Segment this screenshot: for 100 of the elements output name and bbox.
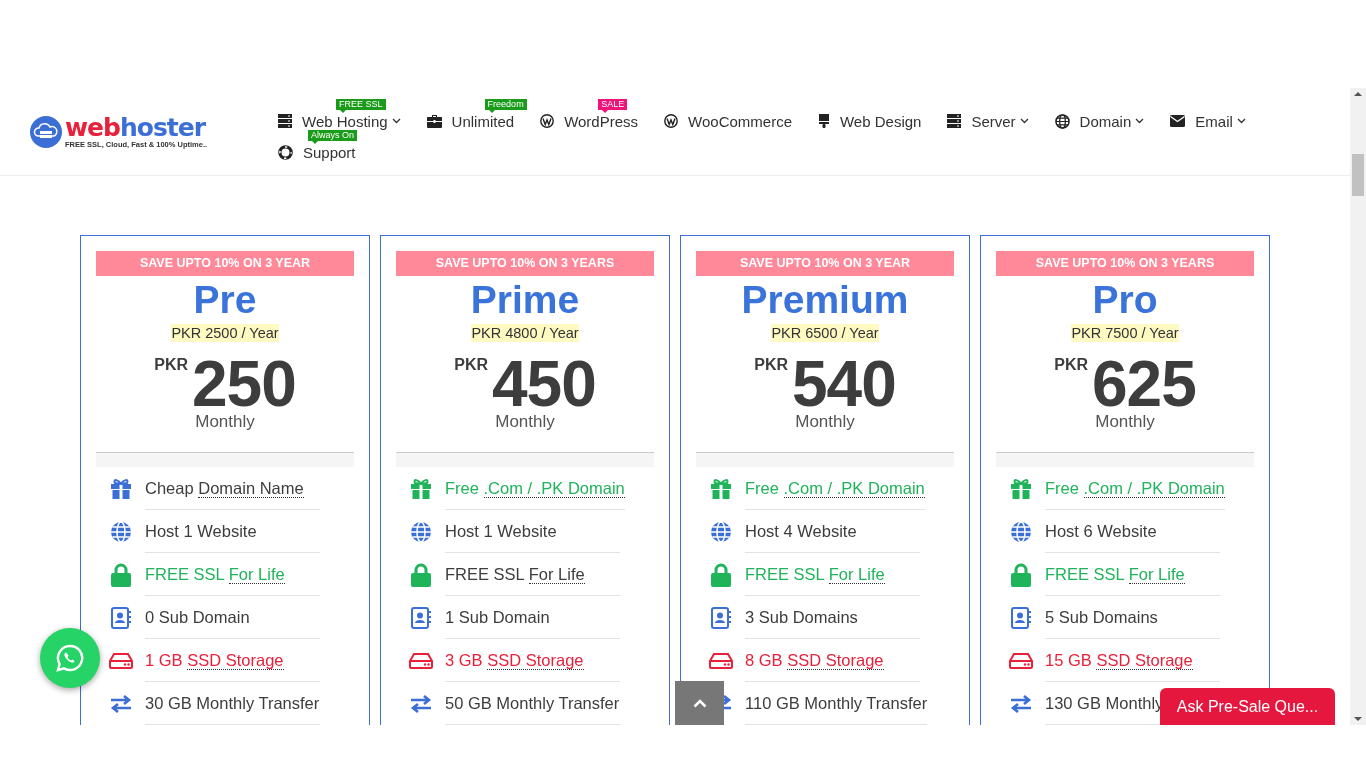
monthly-price: 250 xyxy=(192,354,296,414)
billing-period: Monthly xyxy=(194,412,256,432)
gift-icon xyxy=(410,478,432,499)
gift-icon xyxy=(1010,478,1032,499)
feature-text: 50 GB Monthly Transfer xyxy=(445,682,620,725)
globe-icon xyxy=(1010,520,1032,543)
yearly-price: PKR 6500 / Year xyxy=(771,324,879,342)
wordpress-icon xyxy=(540,114,555,128)
yearly-price: PKR 4800 / Year xyxy=(471,324,579,342)
discount-ribbon: SAVE UPTO 10% ON 3 YEARS xyxy=(996,251,1254,276)
nav-link[interactable]: Email xyxy=(1170,112,1246,130)
logo-wordmark[interactable]: webhoster xyxy=(65,114,208,140)
hard-drive-icon xyxy=(1009,652,1033,669)
nav-link[interactable]: Server xyxy=(947,112,1029,130)
menu-badge: Freedom xyxy=(484,98,527,110)
feature-text: 110 GB Monthly Transfer xyxy=(745,682,928,725)
globe-icon xyxy=(410,520,432,543)
lock-icon xyxy=(711,562,731,587)
plan-name: Prime xyxy=(469,277,581,323)
nav-link[interactable]: Web Hosting xyxy=(278,112,401,130)
plan-name: Premium xyxy=(740,277,910,323)
feature-text: 1 GB SSD Storage xyxy=(145,639,320,682)
currency-label: PKR xyxy=(454,356,488,374)
hard-drive-icon xyxy=(709,652,733,669)
contact-book-icon xyxy=(710,606,732,629)
feature-text: Host 4 Website xyxy=(745,510,920,553)
discount-ribbon: SAVE UPTO 10% ON 3 YEARS xyxy=(396,251,654,276)
discount-ribbon: SAVE UPTO 10% ON 3 YEAR xyxy=(696,251,954,276)
feature-text: Cheap Domain Name xyxy=(145,467,320,510)
feature-text: 30 GB Monthly Transfer xyxy=(145,682,320,725)
monitor-icon xyxy=(818,113,830,129)
nav-link[interactable]: Domain xyxy=(1054,112,1145,130)
wordpress-icon xyxy=(664,114,679,128)
feature-text: FREE SSL For Life xyxy=(745,553,920,596)
gift-icon xyxy=(110,478,132,499)
scrollbar[interactable] xyxy=(1350,88,1366,725)
menu-badge: SALE xyxy=(598,98,628,110)
lock-icon xyxy=(1011,562,1031,587)
feature-text: FREE SSL For Life xyxy=(145,553,320,596)
globe-icon xyxy=(110,520,132,543)
feature-text: Free .Com / .PK Domain xyxy=(1045,467,1225,510)
feature-text: FREE SSL For Life xyxy=(445,553,620,596)
menu-badge: Always On xyxy=(308,129,357,141)
monthly-price: 625 xyxy=(1092,354,1196,414)
transfer-arrows-icon xyxy=(110,694,132,713)
transfer-arrows-icon xyxy=(1010,694,1032,713)
briefcase-icon xyxy=(426,114,442,128)
nav-link[interactable]: WordPress xyxy=(540,112,639,130)
feature-text: FREE SSL For Life xyxy=(1045,553,1220,596)
contact-book-icon xyxy=(1010,606,1032,629)
whatsapp-button[interactable] xyxy=(40,628,100,688)
feature-text: Host 1 Website xyxy=(145,510,320,553)
pre-sale-chat-button[interactable]: Ask Pre-Sale Que... xyxy=(1160,688,1335,725)
globe-icon xyxy=(1054,113,1070,129)
lock-icon xyxy=(411,562,431,587)
globe-icon xyxy=(710,520,732,543)
feature-text: Free .Com / .PK Domain xyxy=(745,467,925,510)
currency-label: PKR xyxy=(154,356,188,374)
plan-name: Pre xyxy=(192,277,258,323)
contact-book-icon xyxy=(410,606,432,629)
feature-text: 5 Sub Domains xyxy=(1045,596,1220,639)
currency-label: PKR xyxy=(1054,356,1088,374)
feature-text: 3 GB SSD Storage xyxy=(445,639,620,682)
feature-text: 8 GB SSD Storage xyxy=(745,639,920,682)
feature-text: Free .Com / .PK Domain xyxy=(445,467,625,510)
feature-text: Host 6 Website xyxy=(1045,510,1220,553)
nav-link[interactable]: WooCommerce xyxy=(664,112,792,130)
server-icon xyxy=(278,114,292,128)
feature-text: 15 GB SSD Storage xyxy=(1045,639,1220,682)
monthly-price: 450 xyxy=(492,354,596,414)
nav-link[interactable]: Web Design xyxy=(818,112,922,130)
cloud-server-logo-icon xyxy=(30,115,62,148)
chevron-up-icon xyxy=(692,698,707,708)
feature-text: Host 1 Website xyxy=(445,510,620,553)
feature-text: 0 Sub Domain xyxy=(145,596,320,639)
yearly-price: PKR 2500 / Year xyxy=(171,324,279,342)
monthly-price: 540 xyxy=(792,354,896,414)
yearly-price: PKR 7500 / Year xyxy=(1071,324,1179,342)
menu-badge: FREE SSL xyxy=(336,98,386,110)
plan-name: Pro xyxy=(1091,277,1159,323)
gift-icon xyxy=(710,478,732,499)
server-icon xyxy=(947,114,962,128)
feature-text: 3 Sub Domains xyxy=(745,596,920,639)
nav-link[interactable]: Unlimited xyxy=(426,112,515,130)
currency-label: PKR xyxy=(754,356,788,374)
lock-icon xyxy=(111,562,131,587)
transfer-arrows-icon xyxy=(410,694,432,713)
lifebuoy-icon xyxy=(278,144,293,160)
feature-text: 1 Sub Domain xyxy=(445,596,620,639)
envelope-icon xyxy=(1170,115,1186,127)
hard-drive-icon xyxy=(409,652,433,669)
billing-period: Monthly xyxy=(794,412,856,432)
hard-drive-icon xyxy=(109,652,133,669)
contact-book-icon xyxy=(110,606,132,629)
billing-period: Monthly xyxy=(494,412,556,432)
nav-link[interactable]: Support xyxy=(278,143,356,161)
billing-period: Monthly xyxy=(1094,412,1156,432)
scroll-to-top-button[interactable] xyxy=(675,681,724,725)
discount-ribbon: SAVE UPTO 10% ON 3 YEAR xyxy=(96,251,354,276)
chat-bubble-icon xyxy=(56,644,84,672)
